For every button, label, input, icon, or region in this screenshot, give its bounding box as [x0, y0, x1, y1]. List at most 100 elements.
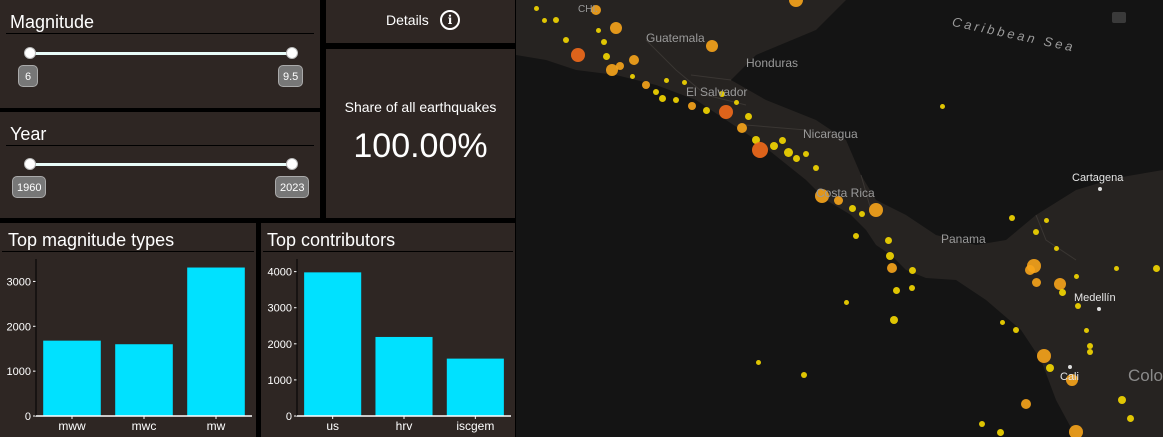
earthquake-marker[interactable] [843, 299, 849, 305]
earthquake-marker[interactable] [1087, 343, 1093, 349]
bar-hrv[interactable] [375, 336, 433, 416]
earthquake-marker[interactable] [778, 136, 786, 144]
earthquake-marker[interactable] [533, 5, 539, 11]
earthquake-marker[interactable] [733, 99, 739, 105]
year-min-handle[interactable] [24, 158, 36, 170]
earthquake-marker[interactable] [848, 204, 856, 212]
earthquake-marker[interactable] [853, 233, 859, 239]
earthquake-map[interactable]: Caribbean Sea CHI. Guatemala Honduras El… [516, 0, 1163, 437]
earthquake-marker[interactable] [783, 147, 793, 157]
earthquake-marker[interactable] [999, 319, 1005, 325]
magnitude-max-handle[interactable] [286, 47, 298, 59]
earthquake-marker[interactable] [653, 89, 659, 95]
earthquake-marker[interactable] [642, 81, 650, 89]
earthquake-marker[interactable] [859, 211, 865, 217]
earthquake-marker[interactable] [755, 359, 761, 365]
earthquake-marker[interactable] [1021, 399, 1031, 409]
earthquake-marker[interactable] [681, 79, 687, 85]
map-label-nicaragua: Nicaragua [803, 127, 858, 141]
magnitude-slider-track[interactable] [30, 52, 292, 55]
earthquake-marker[interactable] [610, 22, 622, 34]
earthquake-marker[interactable] [1069, 425, 1083, 437]
earthquake-marker[interactable] [1053, 245, 1059, 251]
earthquake-marker[interactable] [553, 17, 559, 23]
earthquake-marker[interactable] [602, 52, 610, 60]
earthquake-marker[interactable] [1087, 349, 1093, 355]
magnitude-title: Magnitude [10, 12, 95, 32]
earthquake-marker[interactable] [629, 55, 639, 65]
earthquake-marker[interactable] [979, 421, 985, 427]
earthquake-marker[interactable] [673, 97, 679, 103]
camera-icon[interactable] [1112, 12, 1126, 23]
earthquake-marker[interactable] [658, 94, 666, 102]
earthquake-marker[interactable] [1058, 288, 1066, 296]
earthquake-marker[interactable] [813, 165, 819, 171]
earthquake-marker[interactable] [884, 236, 892, 244]
earthquake-marker[interactable] [789, 0, 803, 7]
earthquake-marker[interactable] [1152, 264, 1160, 272]
earthquake-marker[interactable] [770, 142, 778, 150]
earthquake-marker[interactable] [996, 428, 1004, 436]
earthquake-marker[interactable] [744, 112, 752, 120]
earthquake-marker[interactable] [663, 77, 669, 83]
city-label-medellin: Medellín [1074, 292, 1116, 304]
bar-mw[interactable] [187, 267, 245, 416]
earthquake-marker[interactable] [606, 64, 618, 76]
earthquake-marker[interactable] [1046, 364, 1054, 372]
earthquake-marker[interactable] [737, 123, 747, 133]
year-max-handle[interactable] [286, 158, 298, 170]
earthquake-marker[interactable] [752, 142, 768, 158]
earthquake-marker[interactable] [1027, 259, 1041, 273]
y-tick-label: 2000 [7, 321, 31, 333]
city-marker [1068, 365, 1072, 369]
earthquake-marker[interactable] [1113, 265, 1119, 271]
earthquake-marker[interactable] [1118, 396, 1126, 404]
bar-mwc[interactable] [115, 344, 173, 416]
earthquake-marker[interactable] [939, 103, 945, 109]
share-value: 100.00% [353, 127, 488, 165]
earthquake-marker[interactable] [1033, 229, 1039, 235]
earthquake-marker[interactable] [909, 285, 915, 291]
earthquake-marker[interactable] [803, 151, 809, 157]
bar-mww[interactable] [43, 340, 101, 416]
contributors-chart: 0 1000 2000 3000 4000 us hrv iscgem [268, 259, 511, 433]
info-icon[interactable]: i [440, 10, 460, 30]
earthquake-marker[interactable] [702, 106, 710, 114]
y-tick-label: 1000 [7, 366, 31, 378]
earthquake-marker[interactable] [1083, 327, 1089, 333]
earthquake-marker[interactable] [887, 263, 897, 273]
details-button[interactable]: Details i [326, 0, 515, 43]
earthquake-marker[interactable] [563, 37, 569, 43]
earthquake-marker[interactable] [719, 105, 733, 119]
earthquake-marker[interactable] [1073, 273, 1079, 279]
bar-us[interactable] [304, 272, 362, 416]
map-label-guatemala: Guatemala [646, 31, 705, 45]
earthquake-marker[interactable] [1031, 277, 1041, 287]
earthquake-marker[interactable] [792, 154, 800, 162]
magnitude-min-handle[interactable] [24, 47, 36, 59]
earthquake-marker[interactable] [886, 252, 894, 260]
earthquake-marker[interactable] [706, 40, 718, 52]
earthquake-marker[interactable] [571, 48, 585, 62]
earthquake-marker[interactable] [1037, 349, 1051, 363]
earthquake-marker[interactable] [595, 27, 601, 33]
earthquake-marker[interactable] [890, 316, 898, 324]
city-marker [1097, 307, 1101, 311]
earthquake-marker[interactable] [869, 203, 883, 217]
earthquake-marker[interactable] [1054, 278, 1066, 290]
earthquake-marker[interactable] [892, 286, 900, 294]
year-slider-track[interactable] [30, 163, 292, 166]
earthquake-marker[interactable] [1009, 215, 1015, 221]
earthquake-marker[interactable] [1043, 217, 1049, 223]
earthquake-marker[interactable] [1013, 327, 1019, 333]
earthquake-marker[interactable] [601, 39, 607, 45]
earthquake-marker[interactable] [688, 102, 696, 110]
earthquake-marker[interactable] [908, 266, 916, 274]
earthquake-marker[interactable] [629, 73, 635, 79]
x-tick-label: mwc [132, 419, 157, 433]
bar-iscgem[interactable] [446, 358, 504, 416]
earthquake-marker[interactable] [801, 372, 807, 378]
details-label: Details [386, 12, 429, 28]
earthquake-marker[interactable] [541, 17, 547, 23]
earthquake-marker[interactable] [1126, 414, 1134, 422]
